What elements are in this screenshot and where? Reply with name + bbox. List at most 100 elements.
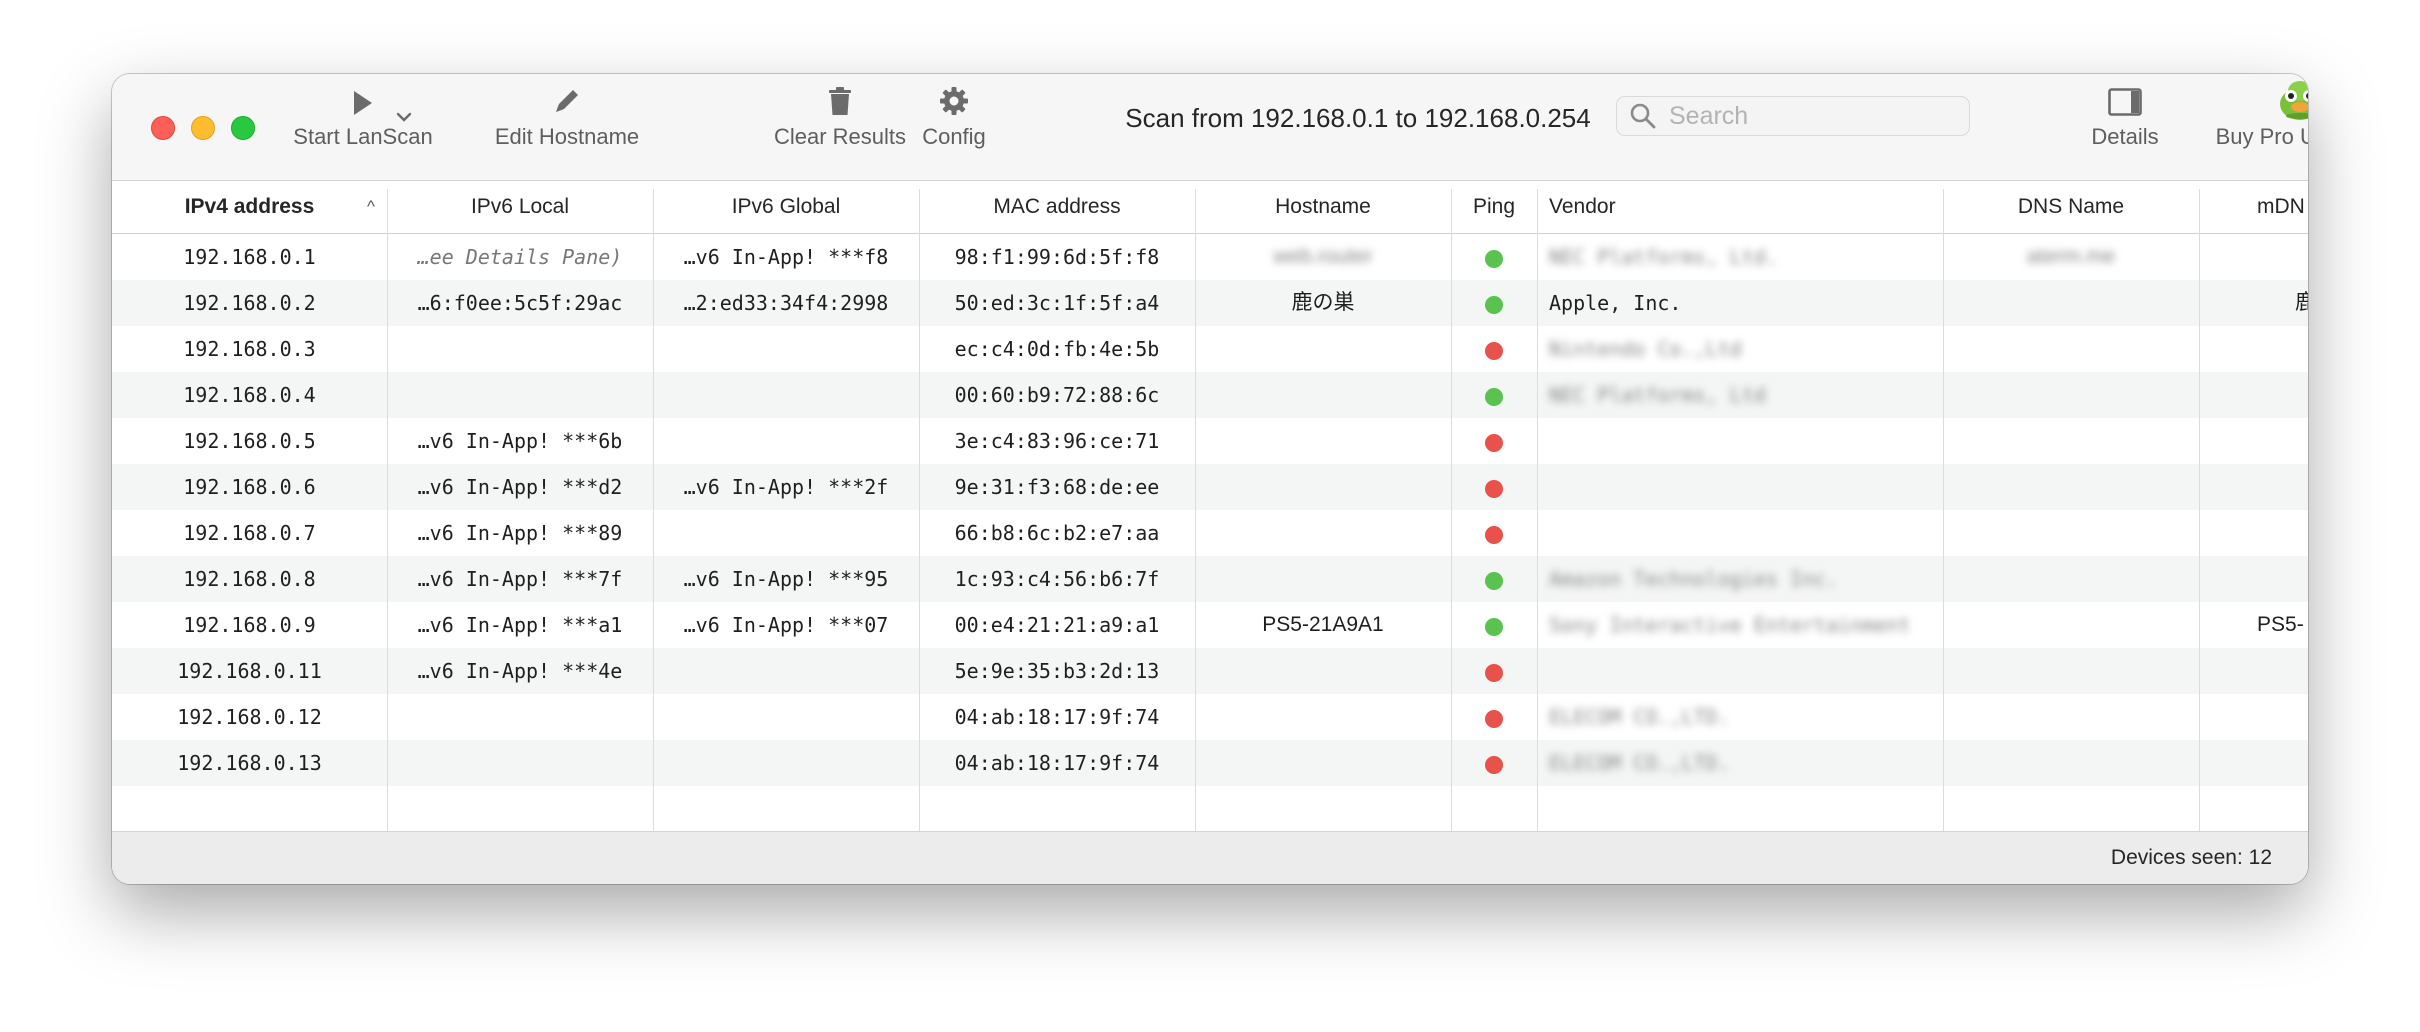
cell-ipv6-global: …v6 In-App! ***2f bbox=[683, 475, 889, 499]
table-row[interactable]: 192.168.0.6 …v6 In-App! ***d2 …v6 In-App! … bbox=[112, 464, 2308, 510]
ping-up-indicator bbox=[1485, 249, 1503, 268]
table-row[interactable]: 192.168.0.12 04:ab:18:17:9f:74 ELECOM CO.,… bbox=[112, 694, 2308, 740]
column-header-hostname[interactable]: Hostname bbox=[1195, 181, 1451, 233]
table-row[interactable]: 192.168.0.7 …v6 In-App! ***89 66:b8:6c:b2:… bbox=[112, 510, 2308, 556]
column-header-ipv6-global[interactable]: IPv6 Global bbox=[653, 181, 919, 233]
edit-hostname-label: Edit Hostname bbox=[494, 124, 640, 149]
cell-dns bbox=[1943, 602, 2199, 648]
cell-vendor: Sony Interactive Entertainment bbox=[1549, 613, 1911, 637]
cell-vendor: ELECOM CO.,LTD. bbox=[1549, 751, 1730, 775]
table-row[interactable]: 192.168.0.4 00:60:b9:72:88:6c NEC Platform… bbox=[112, 372, 2308, 418]
ping-status bbox=[1451, 418, 1537, 464]
column-divider[interactable] bbox=[1451, 189, 1452, 831]
cell-mdns bbox=[2199, 372, 2308, 418]
start-dropdown-button[interactable] bbox=[395, 110, 417, 132]
config-button[interactable]: Config bbox=[894, 74, 1014, 180]
cell-dns bbox=[1943, 464, 2199, 510]
column-divider[interactable] bbox=[2199, 189, 2200, 831]
ping-down-indicator bbox=[1485, 709, 1503, 728]
close-button[interactable] bbox=[151, 116, 175, 140]
column-header-ipv6-local[interactable]: IPv6 Local bbox=[387, 181, 653, 233]
cell-ipv4: 192.168.0.4 bbox=[183, 383, 316, 407]
cell-ipv6-local bbox=[387, 326, 653, 372]
table-row[interactable]: 192.168.0.8 …v6 In-App! ***7f …v6 In-App! … bbox=[112, 556, 2308, 602]
cell-dns bbox=[1943, 326, 2199, 372]
gear-icon bbox=[940, 87, 968, 115]
ping-status bbox=[1451, 694, 1537, 740]
table-row[interactable]: 192.168.0.11 …v6 In-App! ***4e 5e:9e:35:b3… bbox=[112, 648, 2308, 694]
cell-mdns bbox=[2199, 326, 2308, 372]
column-header-ipv4-label: IPv4 address bbox=[184, 195, 315, 218]
table-row[interactable]: 192.168.0.9 …v6 In-App! ***a1 …v6 In-App! … bbox=[112, 602, 2308, 648]
buy-pro-upgrade-label: Buy Pro Upgrade bbox=[2215, 124, 2308, 149]
ping-down-indicator bbox=[1485, 525, 1503, 544]
column-divider[interactable] bbox=[653, 189, 654, 831]
cell-mac: 3e:c4:83:96:ce:71 bbox=[954, 429, 1160, 453]
ping-down-indicator bbox=[1485, 755, 1503, 774]
cell-ipv6-local bbox=[387, 372, 653, 418]
column-divider[interactable] bbox=[1195, 189, 1196, 831]
table-row[interactable]: 192.168.0.1 …ee Details Pane) …v6 In-App! … bbox=[112, 234, 2308, 280]
column-header-mac[interactable]: MAC address bbox=[919, 181, 1195, 233]
cell-mdns bbox=[2199, 234, 2308, 280]
cell-vendor: NEC Platforms, Ltd bbox=[1549, 383, 1766, 407]
status-bar: Devices seen: 12 bbox=[112, 831, 2308, 884]
cell-ipv6-local: …6:f0ee:5c5f:29ac bbox=[417, 291, 623, 315]
cell-ipv6-global bbox=[653, 694, 919, 740]
column-header-ipv4[interactable]: IPv4 address ^ bbox=[112, 181, 387, 233]
details-button[interactable]: Details bbox=[2070, 74, 2180, 180]
cell-mdns bbox=[2199, 510, 2308, 556]
cell-mac: 9e:31:f3:68:de:ee bbox=[954, 475, 1160, 499]
cell-mdns bbox=[2199, 740, 2308, 786]
column-divider[interactable] bbox=[1537, 189, 1538, 831]
column-divider[interactable] bbox=[1943, 189, 1944, 831]
column-header-ping[interactable]: Ping bbox=[1451, 181, 1537, 233]
cell-mdns: PS5- bbox=[2257, 613, 2304, 636]
cell-hostname bbox=[1195, 556, 1451, 602]
app-window: Start LanScan Edit Hostname Clear Result… bbox=[112, 74, 2308, 884]
ping-status bbox=[1451, 326, 1537, 372]
cell-hostname bbox=[1195, 372, 1451, 418]
column-header-vendor[interactable]: Vendor bbox=[1537, 181, 1943, 233]
edit-hostname-button[interactable]: Edit Hostname bbox=[466, 74, 668, 180]
table-row[interactable]: 192.168.0.3 ec:c4:0d:fb:4e:5b Nintendo Co.… bbox=[112, 326, 2308, 372]
column-header-mdns[interactable]: mDN bbox=[2199, 181, 2308, 233]
cell-ipv6-local: …v6 In-App! ***6b bbox=[417, 429, 623, 453]
devices-seen-count: Devices seen: 12 bbox=[2110, 846, 2272, 869]
search-field[interactable] bbox=[1616, 96, 1970, 136]
cell-mac: 98:f1:99:6d:5f:f8 bbox=[954, 245, 1160, 269]
cell-vendor: ELECOM CO.,LTD. bbox=[1549, 705, 1730, 729]
column-divider[interactable] bbox=[387, 189, 388, 831]
column-header-dns-name[interactable]: DNS Name bbox=[1943, 181, 2199, 233]
sort-ascending-icon: ^ bbox=[367, 197, 375, 216]
search-input[interactable] bbox=[1667, 100, 1961, 132]
cell-mac: 00:60:b9:72:88:6c bbox=[954, 383, 1160, 407]
cell-ipv6-global: …v6 In-App! ***f8 bbox=[683, 245, 889, 269]
cell-vendor: Amazon Technologies Inc. bbox=[1549, 567, 1838, 591]
clear-results-label: Clear Results bbox=[773, 124, 907, 149]
table-row[interactable]: 192.168.0.13 04:ab:18:17:9f:74 ELECOM CO.,… bbox=[112, 740, 2308, 786]
table-row[interactable]: 192.168.0.5 …v6 In-App! ***6b 3e:c4:83:96:… bbox=[112, 418, 2308, 464]
device-table: IPv4 address ^ IPv6 Local IPv6 Global MA… bbox=[112, 181, 2308, 831]
cell-mdns bbox=[2199, 648, 2308, 694]
cell-ipv4: 192.168.0.3 bbox=[183, 337, 316, 361]
chevron-down-icon bbox=[396, 112, 412, 122]
ping-down-indicator bbox=[1485, 341, 1503, 360]
ping-status bbox=[1451, 464, 1537, 510]
cell-mac: 5e:9e:35:b3:2d:13 bbox=[954, 659, 1160, 683]
cell-hostname bbox=[1195, 418, 1451, 464]
buy-pro-upgrade-button[interactable]: Buy Pro Upgrade bbox=[2180, 74, 2308, 180]
search-icon bbox=[1630, 103, 1656, 129]
cell-dns bbox=[1943, 372, 2199, 418]
cell-dns: aterm.me bbox=[2026, 245, 2116, 268]
column-divider[interactable] bbox=[919, 189, 920, 831]
cell-vendor bbox=[1537, 510, 1943, 556]
table-row[interactable]: 192.168.0.2 …6:f0ee:5c5f:29ac …2:ed33:34f4… bbox=[112, 280, 2308, 326]
trash-icon bbox=[829, 87, 851, 115]
minimize-button[interactable] bbox=[191, 116, 215, 140]
cell-ipv4: 192.168.0.12 bbox=[177, 705, 322, 729]
details-label: Details bbox=[2091, 124, 2159, 149]
ping-up-indicator bbox=[1485, 571, 1503, 590]
cell-mac: ec:c4:0d:fb:4e:5b bbox=[954, 337, 1160, 361]
zoom-button[interactable] bbox=[231, 116, 255, 140]
